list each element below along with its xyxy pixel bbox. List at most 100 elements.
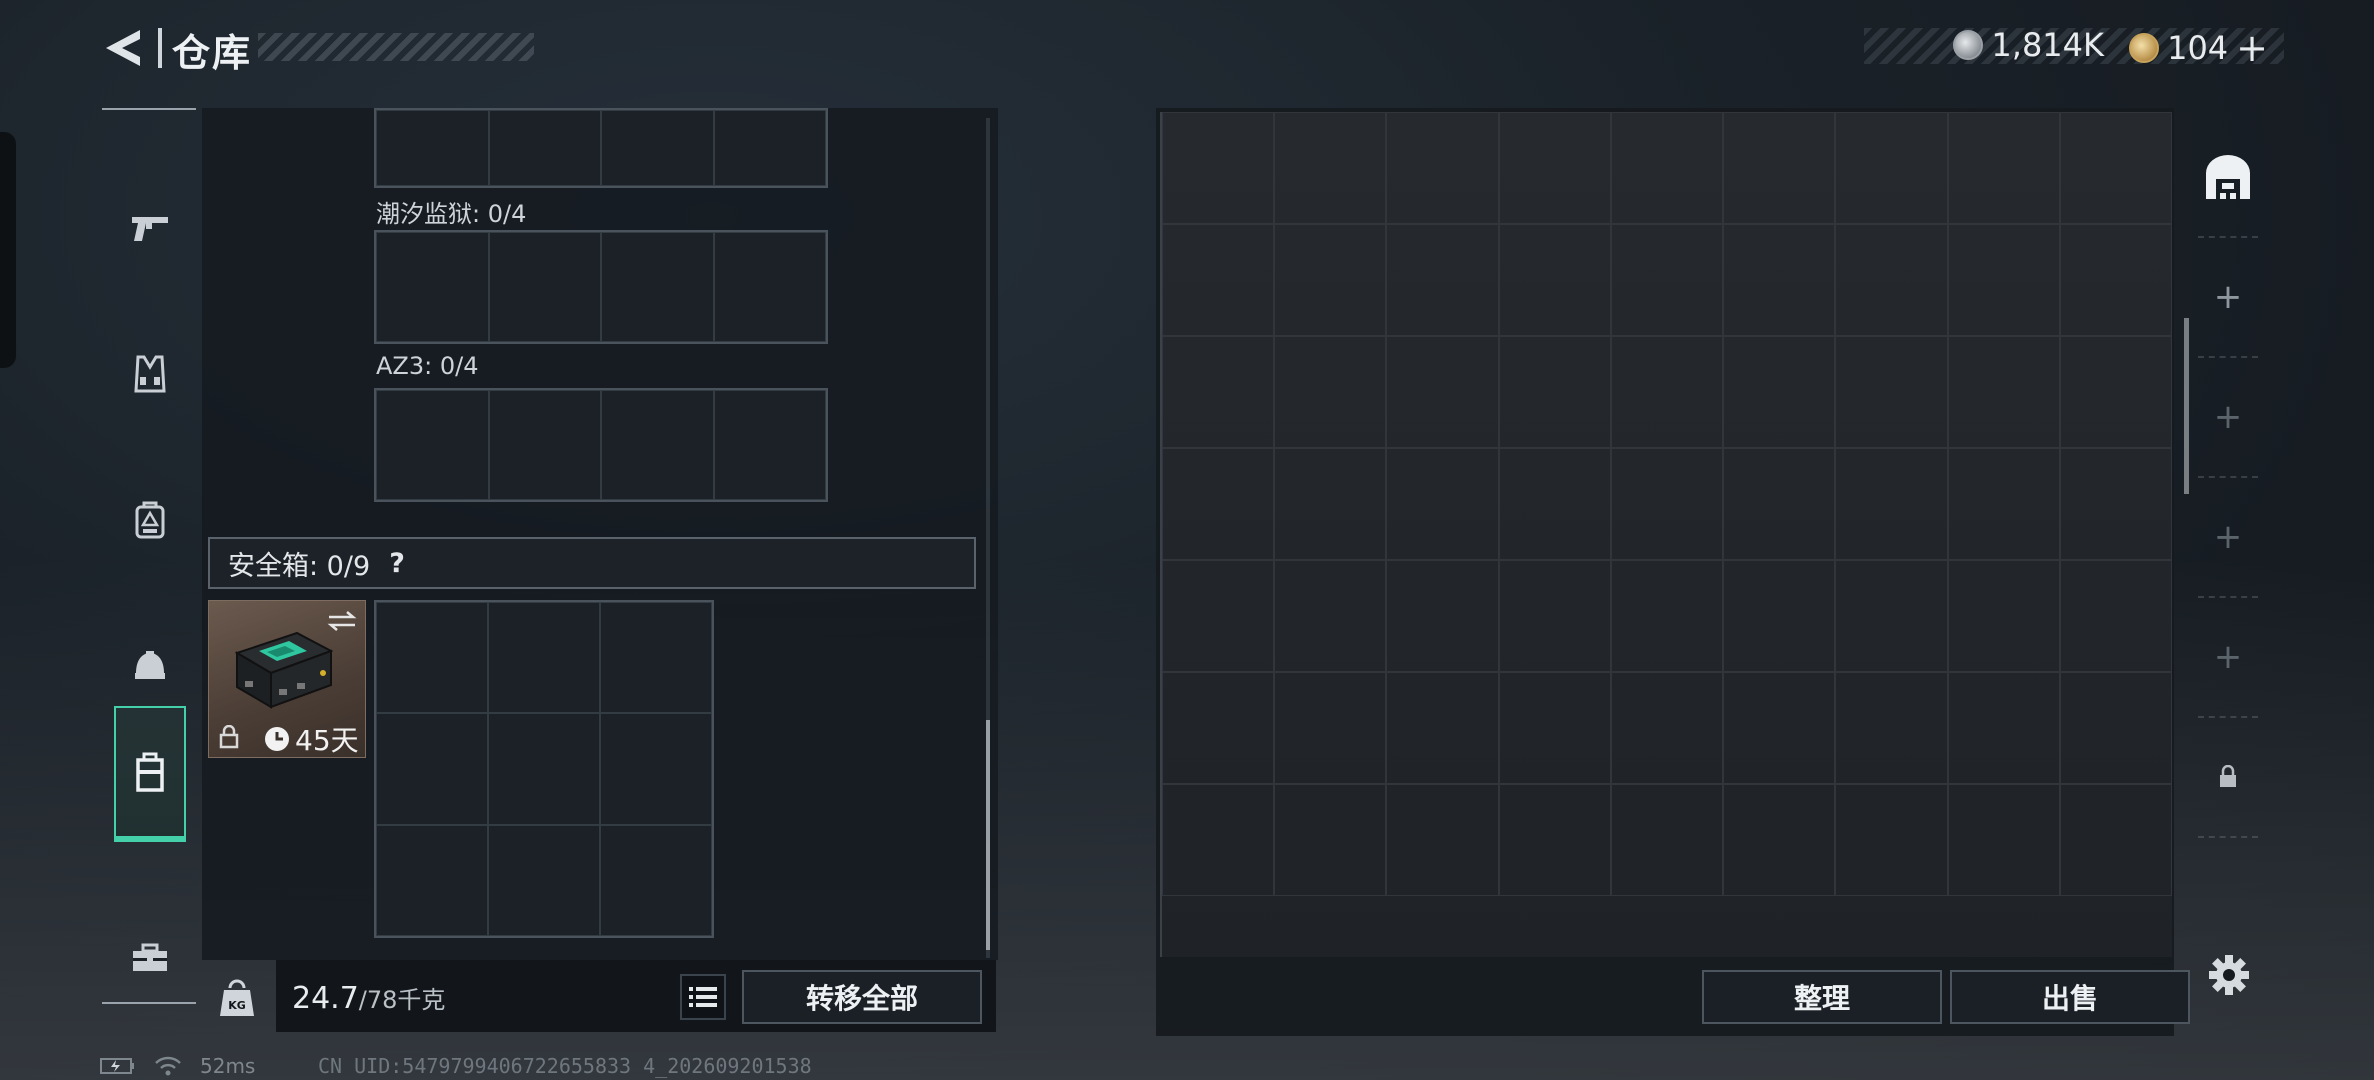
safebox-item[interactable]: 45天	[208, 600, 366, 758]
grid-cell[interactable]	[488, 390, 601, 500]
storage-cell[interactable]	[1274, 112, 1387, 224]
storage-cell[interactable]	[1723, 784, 1836, 896]
storage-cell[interactable]	[1386, 784, 1499, 896]
storage-cell[interactable]	[1947, 784, 2060, 896]
nav-safebox[interactable]	[114, 706, 186, 842]
storage-cell[interactable]	[1498, 336, 1611, 448]
storage-cell[interactable]	[1610, 784, 1724, 896]
storage-cell[interactable]	[1835, 336, 1948, 448]
sell-button[interactable]: 出售	[1950, 970, 2190, 1024]
storage-cell[interactable]	[1947, 672, 2060, 784]
grid-cell[interactable]	[488, 824, 600, 936]
storage-cell[interactable]	[1723, 224, 1836, 336]
storage-scrollbar[interactable]	[2184, 318, 2189, 494]
storage-cell[interactable]	[1498, 448, 1611, 560]
storage-cell[interactable]	[2059, 448, 2172, 560]
storage-cell[interactable]	[1835, 672, 1948, 784]
storage-cell[interactable]	[1386, 672, 1499, 784]
storage-cell[interactable]	[1947, 336, 2060, 448]
storage-cell[interactable]	[1723, 448, 1836, 560]
gold-currency[interactable]: 104 +	[2129, 26, 2268, 70]
nav-weapon[interactable]	[114, 160, 186, 296]
storage-cell[interactable]	[1274, 224, 1387, 336]
nav-backpack[interactable]	[114, 452, 186, 588]
grid-cell[interactable]	[488, 602, 600, 714]
storage-cell[interactable]	[1947, 448, 2060, 560]
storage-cell[interactable]	[2059, 336, 2172, 448]
safebox-grid[interactable]	[374, 600, 714, 938]
storage-grid[interactable]	[1160, 112, 2172, 957]
container-grid-prison[interactable]	[374, 230, 828, 344]
storage-cell[interactable]	[2059, 672, 2172, 784]
grid-cell[interactable]	[713, 110, 826, 186]
storage-cell[interactable]	[1386, 224, 1499, 336]
grid-cell[interactable]	[713, 232, 826, 342]
storage-cell[interactable]	[1274, 336, 1387, 448]
settings-button[interactable]	[2206, 952, 2252, 998]
storage-cell[interactable]	[1274, 784, 1387, 896]
storage-cell[interactable]	[1723, 560, 1836, 672]
grid-cell[interactable]	[376, 713, 488, 825]
storage-cell[interactable]	[1386, 448, 1499, 560]
transfer-all-button[interactable]: 转移全部	[742, 970, 982, 1024]
storage-cell[interactable]	[1610, 560, 1724, 672]
storage-tab-add-3[interactable]: +	[2198, 478, 2258, 598]
storage-cell[interactable]	[1610, 672, 1724, 784]
grid-cell[interactable]	[488, 713, 600, 825]
storage-cell[interactable]	[1274, 560, 1387, 672]
sort-button[interactable]: 整理	[1702, 970, 1942, 1024]
container-grid-top[interactable]	[374, 108, 828, 188]
list-view-button[interactable]	[680, 974, 726, 1020]
container-grid-az3[interactable]	[374, 388, 828, 502]
storage-cell[interactable]	[1835, 448, 1948, 560]
storage-cell[interactable]	[1835, 784, 1948, 896]
storage-cell[interactable]	[1162, 560, 1275, 672]
help-button[interactable]: ?	[384, 548, 410, 579]
grid-cell[interactable]	[488, 110, 601, 186]
grid-cell[interactable]	[600, 824, 712, 936]
nav-toolbox[interactable]	[114, 890, 186, 1026]
storage-tab-add-2[interactable]: +	[2198, 358, 2258, 478]
storage-cell[interactable]	[2059, 560, 2172, 672]
storage-cell[interactable]	[1610, 336, 1724, 448]
storage-tab-add-1[interactable]: +	[2198, 238, 2258, 358]
storage-cell[interactable]	[1835, 224, 1948, 336]
storage-cell[interactable]	[2059, 112, 2172, 224]
add-currency-button[interactable]: +	[2236, 26, 2268, 70]
storage-cell[interactable]	[1498, 560, 1611, 672]
storage-cell[interactable]	[1835, 112, 1948, 224]
storage-cell[interactable]	[1498, 112, 1611, 224]
grid-cell[interactable]	[376, 602, 488, 714]
grid-cell[interactable]	[376, 390, 489, 500]
grid-cell[interactable]	[713, 390, 826, 500]
storage-cell[interactable]	[1723, 336, 1836, 448]
grid-cell[interactable]	[488, 232, 601, 342]
storage-cell[interactable]	[1610, 224, 1724, 336]
storage-cell[interactable]	[1162, 336, 1275, 448]
storage-cell[interactable]	[1723, 672, 1836, 784]
storage-cell[interactable]	[2059, 784, 2172, 896]
storage-cell[interactable]	[1610, 112, 1724, 224]
grid-cell[interactable]	[601, 110, 714, 186]
storage-cell[interactable]	[1498, 784, 1611, 896]
grid-cell[interactable]	[601, 232, 714, 342]
storage-cell[interactable]	[1947, 560, 2060, 672]
back-button[interactable]	[100, 26, 148, 70]
grid-cell[interactable]	[376, 110, 489, 186]
storage-cell[interactable]	[1162, 448, 1275, 560]
storage-cell[interactable]	[1274, 448, 1387, 560]
grid-cell[interactable]	[600, 602, 712, 714]
storage-cell[interactable]	[1162, 784, 1275, 896]
storage-cell[interactable]	[1835, 560, 1948, 672]
grid-cell[interactable]	[601, 390, 714, 500]
storage-cell[interactable]	[1947, 112, 2060, 224]
storage-cell[interactable]	[1723, 112, 1836, 224]
storage-tab-locked[interactable]	[2198, 718, 2258, 838]
storage-cell[interactable]	[1610, 448, 1724, 560]
storage-cell[interactable]	[1162, 112, 1275, 224]
storage-cell[interactable]	[1947, 224, 2060, 336]
storage-cell[interactable]	[1162, 224, 1275, 336]
storage-cell[interactable]	[1498, 224, 1611, 336]
storage-cell[interactable]	[1162, 672, 1275, 784]
storage-cell[interactable]	[1386, 336, 1499, 448]
